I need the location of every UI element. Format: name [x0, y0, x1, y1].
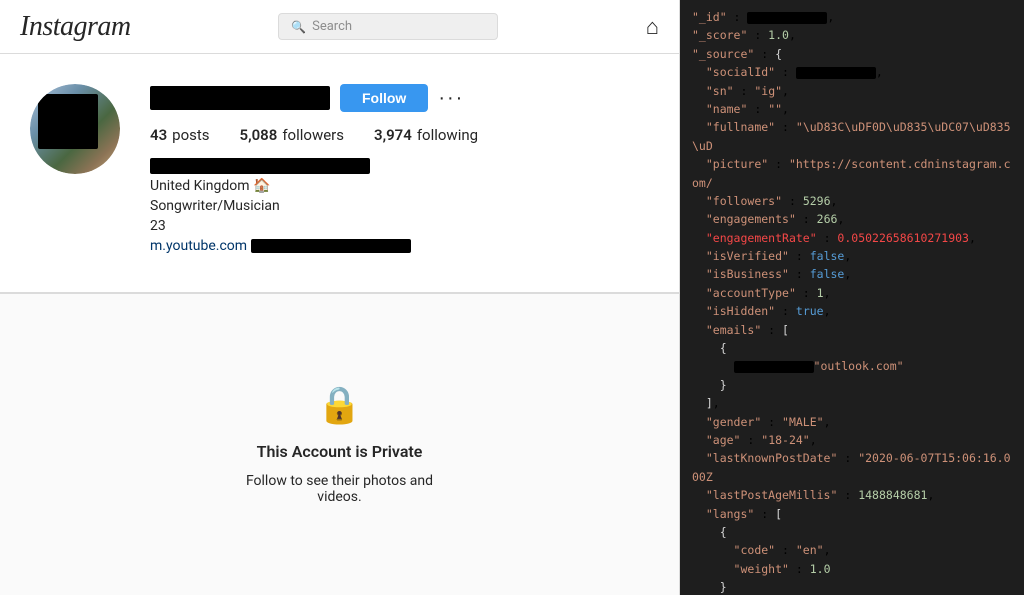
- profile-actions: Follow ···: [150, 84, 649, 112]
- avatar-redaction: [38, 94, 98, 149]
- follow-button[interactable]: Follow: [340, 84, 428, 112]
- private-account-section: 🔒 This Account is Private Follow to see …: [0, 293, 679, 595]
- search-input[interactable]: 🔍 Search: [278, 13, 498, 40]
- bio-occupation: Songwriter/Musician: [150, 198, 649, 214]
- private-title: This Account is Private: [257, 442, 423, 461]
- avatar-image: [30, 84, 120, 174]
- followers-stat: 5,088 followers: [240, 126, 344, 144]
- profile-bio: United Kingdom 🏠 Songwriter/Musician 23 …: [150, 158, 649, 254]
- following-label: following: [417, 126, 478, 144]
- search-bar-container: 🔍 Search: [143, 13, 634, 40]
- header-icons: ⌂: [646, 14, 659, 40]
- profile-info: Follow ··· 43 posts 5,088 followers 3,97…: [150, 84, 649, 254]
- search-icon: 🔍: [291, 20, 306, 34]
- instagram-logo: Instagram: [20, 11, 131, 43]
- bio-link-prefix: m.youtube.com: [150, 238, 247, 254]
- username-redaction: [150, 86, 330, 110]
- bio-link[interactable]: m.youtube.com: [150, 238, 649, 254]
- fullname-redaction: [150, 158, 370, 174]
- following-stat: 3,974 following: [374, 126, 478, 144]
- json-panel[interactable]: "_id" : , "_score" : 1.0, "_source" : { …: [680, 0, 1024, 595]
- avatar: [30, 84, 120, 174]
- link-redaction: [251, 239, 411, 253]
- lock-icon: 🔒: [317, 384, 362, 426]
- profile-area: Follow ··· 43 posts 5,088 followers 3,97…: [0, 54, 679, 293]
- more-options-button[interactable]: ···: [438, 87, 464, 110]
- posts-count: 43: [150, 126, 167, 144]
- instagram-header: Instagram 🔍 Search ⌂: [0, 0, 679, 54]
- profile-header: Follow ··· 43 posts 5,088 followers 3,97…: [30, 84, 649, 254]
- search-placeholder: Search: [312, 19, 352, 34]
- private-subtitle: Follow to see their photos and videos.: [246, 473, 433, 505]
- posts-stat: 43 posts: [150, 126, 210, 144]
- bio-age: 23: [150, 218, 649, 234]
- bio-location: United Kingdom 🏠: [150, 178, 649, 194]
- instagram-panel: Instagram 🔍 Search ⌂ F: [0, 0, 680, 595]
- profile-stats: 43 posts 5,088 followers 3,974 following: [150, 126, 649, 144]
- fullname-line: [150, 158, 649, 174]
- following-count: 3,974: [374, 126, 412, 144]
- followers-count: 5,088: [240, 126, 278, 144]
- json-content: "_id" : , "_score" : 1.0, "_source" : { …: [692, 8, 1012, 595]
- followers-label: followers: [282, 126, 344, 144]
- posts-label: posts: [172, 126, 209, 144]
- home-icon[interactable]: ⌂: [646, 14, 659, 40]
